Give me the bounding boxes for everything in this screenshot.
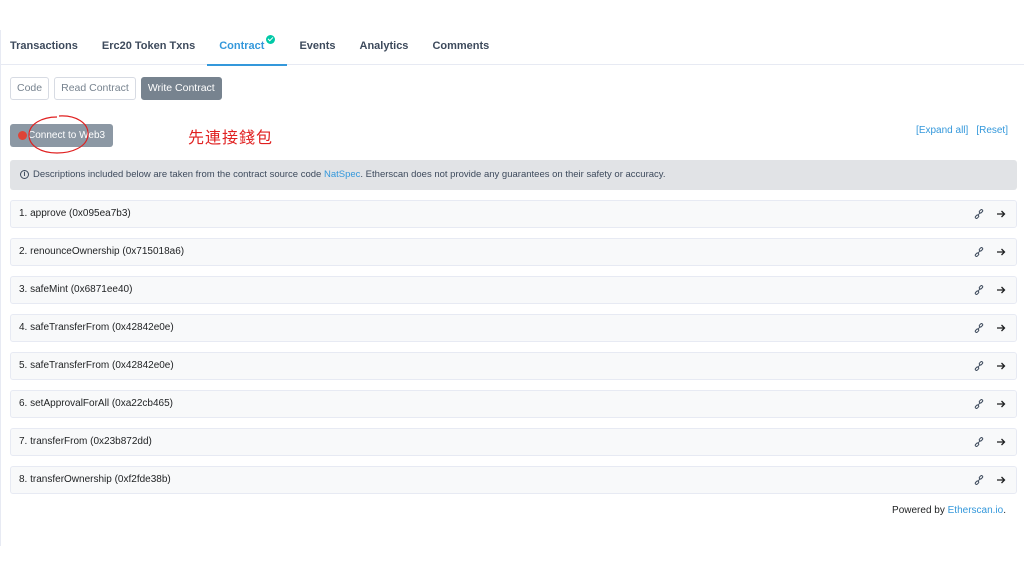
- function-row-renounce-ownership[interactable]: 2. renounceOwnership (0x715018a6): [10, 238, 1017, 266]
- connect-button-label: Connect to Web3: [28, 130, 106, 141]
- function-label: 1. approve (0x095ea7b3): [19, 208, 131, 219]
- left-border: [0, 30, 1, 546]
- tab-label: Erc20 Token Txns: [101, 40, 196, 52]
- tab-label: Transactions: [10, 40, 78, 52]
- contract-nav-tabs: Transactions Erc20 Token Txns Contract E…: [0, 28, 1024, 66]
- tab-label: Comments: [432, 40, 490, 52]
- tab-analytics[interactable]: Analytics: [348, 28, 421, 65]
- link-icon[interactable]: [974, 361, 984, 371]
- tab-contract[interactable]: Contract: [207, 28, 288, 66]
- function-label: 2. renounceOwnership (0x715018a6): [19, 246, 185, 257]
- link-icon[interactable]: [974, 437, 984, 447]
- arrow-right-icon[interactable]: [996, 361, 1006, 371]
- tab-events[interactable]: Events: [287, 28, 347, 65]
- tab-erc20-token-txns[interactable]: Erc20 Token Txns: [90, 28, 207, 65]
- write-contract-button[interactable]: Write Contract: [140, 77, 222, 100]
- link-icon[interactable]: [974, 323, 984, 333]
- function-label: 8. transferOwnership (0xf2fde38b): [19, 474, 171, 485]
- powered-by-suffix: .: [1003, 505, 1006, 516]
- arrow-right-icon[interactable]: [996, 247, 1006, 257]
- arrow-right-icon[interactable]: [996, 323, 1006, 333]
- function-row-safe-transfer-from-data[interactable]: 5. safeTransferFrom (0x42842e0e): [10, 352, 1017, 380]
- info-icon: i: [20, 170, 29, 179]
- link-icon[interactable]: [974, 247, 984, 257]
- tab-label: Analytics: [359, 40, 409, 52]
- function-row-transfer-ownership[interactable]: 8. transferOwnership (0xf2fde38b): [10, 466, 1017, 494]
- arrow-right-icon[interactable]: [996, 399, 1006, 409]
- reset-link[interactable]: [Reset]: [976, 125, 1008, 136]
- function-row-approve[interactable]: 1. approve (0x095ea7b3): [10, 200, 1017, 228]
- arrow-right-icon[interactable]: [996, 285, 1006, 295]
- expand-reset-controls: [Expand all] [Reset]: [916, 125, 1008, 136]
- banner-text-prefix: Descriptions included below are taken fr…: [33, 169, 324, 180]
- arrow-right-icon[interactable]: [996, 437, 1006, 447]
- banner-text-suffix: . Etherscan does not provide any guarant…: [360, 169, 666, 180]
- annotation-text: 先連接錢包: [188, 128, 274, 147]
- natspec-link[interactable]: NatSpec: [324, 169, 360, 180]
- tab-label: Events: [299, 40, 336, 52]
- function-row-safe-transfer-from[interactable]: 4. safeTransferFrom (0x42842e0e): [10, 314, 1017, 342]
- connect-to-web3-button[interactable]: Connect to Web3: [10, 124, 113, 147]
- arrow-right-icon[interactable]: [996, 475, 1006, 485]
- function-label: 5. safeTransferFrom (0x42842e0e): [19, 360, 174, 371]
- link-icon[interactable]: [974, 285, 984, 295]
- function-row-set-approval-for-all[interactable]: 6. setApprovalForAll (0xa22cb465): [10, 390, 1017, 418]
- link-icon[interactable]: [974, 209, 984, 219]
- tab-label: Contract: [219, 40, 265, 52]
- read-contract-button[interactable]: Read Contract: [54, 77, 136, 100]
- verified-check-icon: [266, 35, 276, 44]
- link-icon[interactable]: [974, 399, 984, 409]
- function-label: 4. safeTransferFrom (0x42842e0e): [19, 322, 174, 333]
- function-label: 6. setApprovalForAll (0xa22cb465): [19, 398, 173, 409]
- natspec-info-banner: i Descriptions included below are taken f…: [10, 160, 1017, 190]
- link-icon[interactable]: [974, 475, 984, 485]
- function-label: 7. transferFrom (0x23b872dd): [19, 436, 152, 447]
- expand-all-link[interactable]: [Expand all]: [916, 125, 968, 136]
- etherscan-link[interactable]: Etherscan.io: [948, 505, 1004, 516]
- powered-by-prefix: Powered by: [892, 505, 948, 516]
- powered-by-footer: Powered by Etherscan.io.: [892, 505, 1006, 516]
- function-row-safe-mint[interactable]: 3. safeMint (0x6871ee40): [10, 276, 1017, 304]
- tab-transactions[interactable]: Transactions: [0, 28, 90, 65]
- write-functions-list: 1. approve (0x095ea7b3) 2. renounceOwner…: [10, 200, 1017, 504]
- disconnected-status-dot-icon: [18, 131, 27, 140]
- contract-subtabs: Code Read Contract Write Contract: [10, 77, 222, 100]
- function-label: 3. safeMint (0x6871ee40): [19, 284, 133, 295]
- function-row-transfer-from[interactable]: 7. transferFrom (0x23b872dd): [10, 428, 1017, 456]
- arrow-right-icon[interactable]: [996, 209, 1006, 219]
- tab-comments[interactable]: Comments: [420, 28, 501, 65]
- code-button[interactable]: Code: [10, 77, 50, 100]
